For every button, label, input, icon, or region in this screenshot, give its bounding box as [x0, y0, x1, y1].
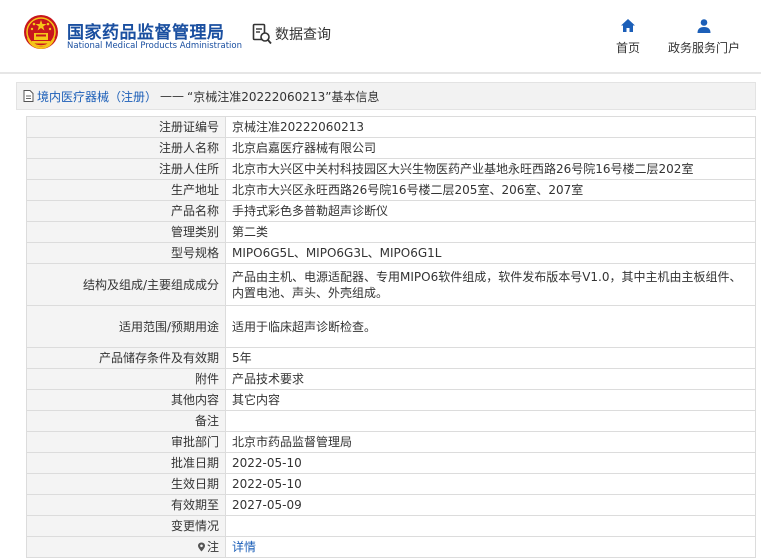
breadcrumb-separator: —— [160, 89, 185, 103]
field-label: 其他内容 [26, 389, 226, 411]
table-row: 批准日期 2022-05-10 [26, 452, 756, 474]
note-label: 注 [206, 540, 219, 554]
details-link[interactable]: 详情 [232, 540, 256, 554]
field-value [225, 515, 756, 537]
breadcrumb: 境内医疗器械（注册） —— “京械注准20222060213”基本信息 [16, 82, 756, 110]
field-label: 审批部门 [26, 431, 226, 453]
nav-home[interactable]: 首页 [610, 18, 646, 56]
field-value: 北京市药品监督管理局 [225, 431, 756, 453]
field-value: 第二类 [225, 221, 756, 243]
table-row: 管理类别 第二类 [26, 221, 756, 243]
field-label: 产品储存条件及有效期 [26, 347, 226, 369]
field-label: 变更情况 [26, 515, 226, 537]
data-query-link[interactable]: 数据查询 [252, 22, 331, 46]
table-row: 型号规格 MIPO6G5L、MIPO6G3L、MIPO6G1L [26, 242, 756, 264]
table-row: 审批部门 北京市药品监督管理局 [26, 431, 756, 453]
table-row: 生效日期 2022-05-10 [26, 473, 756, 495]
breadcrumb-current: “京械注准20222060213”基本信息 [187, 89, 380, 104]
location-pin-icon [197, 542, 205, 552]
field-value: 北京市大兴区永旺西路26号院16号楼二层205室、206室、207室 [225, 179, 756, 201]
header-divider [0, 72, 761, 74]
field-label: 结构及组成/主要组成成分 [26, 263, 226, 306]
field-label: 注 [26, 536, 226, 558]
field-value: 产品技术要求 [225, 368, 756, 390]
nav-home-label: 首页 [615, 41, 640, 55]
table-row: 变更情况 [26, 515, 756, 537]
field-label: 备注 [26, 410, 226, 432]
table-row: 产品名称 手持式彩色多普勒超声诊断仪 [26, 200, 756, 222]
field-value: 5年 [225, 347, 756, 369]
table-row: 其他内容 其它内容 [26, 389, 756, 411]
nav-gov-label: 政务服务门户 [667, 41, 740, 55]
table-row: 适用范围/预期用途 适用于临床超声诊断检查。 [26, 305, 756, 348]
field-value: 2022-05-10 [225, 452, 756, 474]
field-label: 批准日期 [26, 452, 226, 474]
field-value: 适用于临床超声诊断检查。 [225, 305, 756, 348]
field-label: 适用范围/预期用途 [26, 305, 226, 348]
table-row: 备注 [26, 410, 756, 432]
table-row: 注册人住所 北京市大兴区中关村科技园区大兴生物医药产业基地永旺西路26号院16号楼… [26, 158, 756, 180]
field-value: 北京启嘉医疗器械有限公司 [225, 137, 756, 159]
field-label: 有效期至 [26, 494, 226, 516]
field-label: 管理类别 [26, 221, 226, 243]
field-label: 产品名称 [26, 200, 226, 222]
home-icon [621, 19, 635, 32]
field-value: 详情 [225, 536, 756, 558]
table-row: 注册证编号 京械注准20222060213 [26, 116, 756, 138]
registration-info-table: 注册证编号 京械注准20222060213 注册人名称 北京启嘉医疗器械有限公司 注… [26, 116, 756, 558]
table-row: 附件 产品技术要求 [26, 368, 756, 390]
table-row: 生产地址 北京市大兴区永旺西路26号院16号楼二层205室、206室、207室 [26, 179, 756, 201]
brand-name-en: National Medical Products Administration [67, 41, 242, 51]
brand-name-cn: 国家药品监督管理局 [67, 23, 225, 43]
table-row: 注 详情 [26, 536, 756, 558]
table-row: 产品储存条件及有效期 5年 [26, 347, 756, 369]
table-row: 有效期至 2027-05-09 [26, 494, 756, 516]
site-header: 国家药品监督管理局 National Medical Products Admi… [0, 0, 761, 72]
field-value: 其它内容 [225, 389, 756, 411]
field-value: MIPO6G5L、MIPO6G3L、MIPO6G1L [225, 242, 756, 264]
field-value: 产品由主机、电源适配器、专用MIPO6软件组成，软件发布版本号V1.0，其中主机… [225, 263, 756, 306]
data-query-label: 数据查询 [275, 27, 331, 43]
document-icon [23, 90, 34, 102]
field-value: 北京市大兴区中关村科技园区大兴生物医药产业基地永旺西路26号院16号楼二层202… [225, 158, 756, 180]
field-label: 生效日期 [26, 473, 226, 495]
field-label: 附件 [26, 368, 226, 390]
table-row: 注册人名称 北京启嘉医疗器械有限公司 [26, 137, 756, 159]
nav-gov-service-portal[interactable]: 政务服务门户 [664, 18, 744, 56]
field-label: 注册人住所 [26, 158, 226, 180]
field-value: 手持式彩色多普勒超声诊断仪 [225, 200, 756, 222]
field-label: 注册人名称 [26, 137, 226, 159]
field-label: 型号规格 [26, 242, 226, 264]
field-value [225, 410, 756, 432]
table-row: 结构及组成/主要组成成分 产品由主机、电源适配器、专用MIPO6软件组成，软件发布… [26, 263, 756, 306]
field-value: 京械注准20222060213 [225, 116, 756, 138]
data-query-icon [252, 23, 272, 45]
breadcrumb-category[interactable]: 境内医疗器械（注册） [37, 88, 157, 105]
field-label: 注册证编号 [26, 116, 226, 138]
national-emblem-icon [24, 15, 58, 50]
field-label: 生产地址 [26, 179, 226, 201]
user-icon [697, 19, 711, 33]
field-value: 2027-05-09 [225, 494, 756, 516]
field-value: 2022-05-10 [225, 473, 756, 495]
